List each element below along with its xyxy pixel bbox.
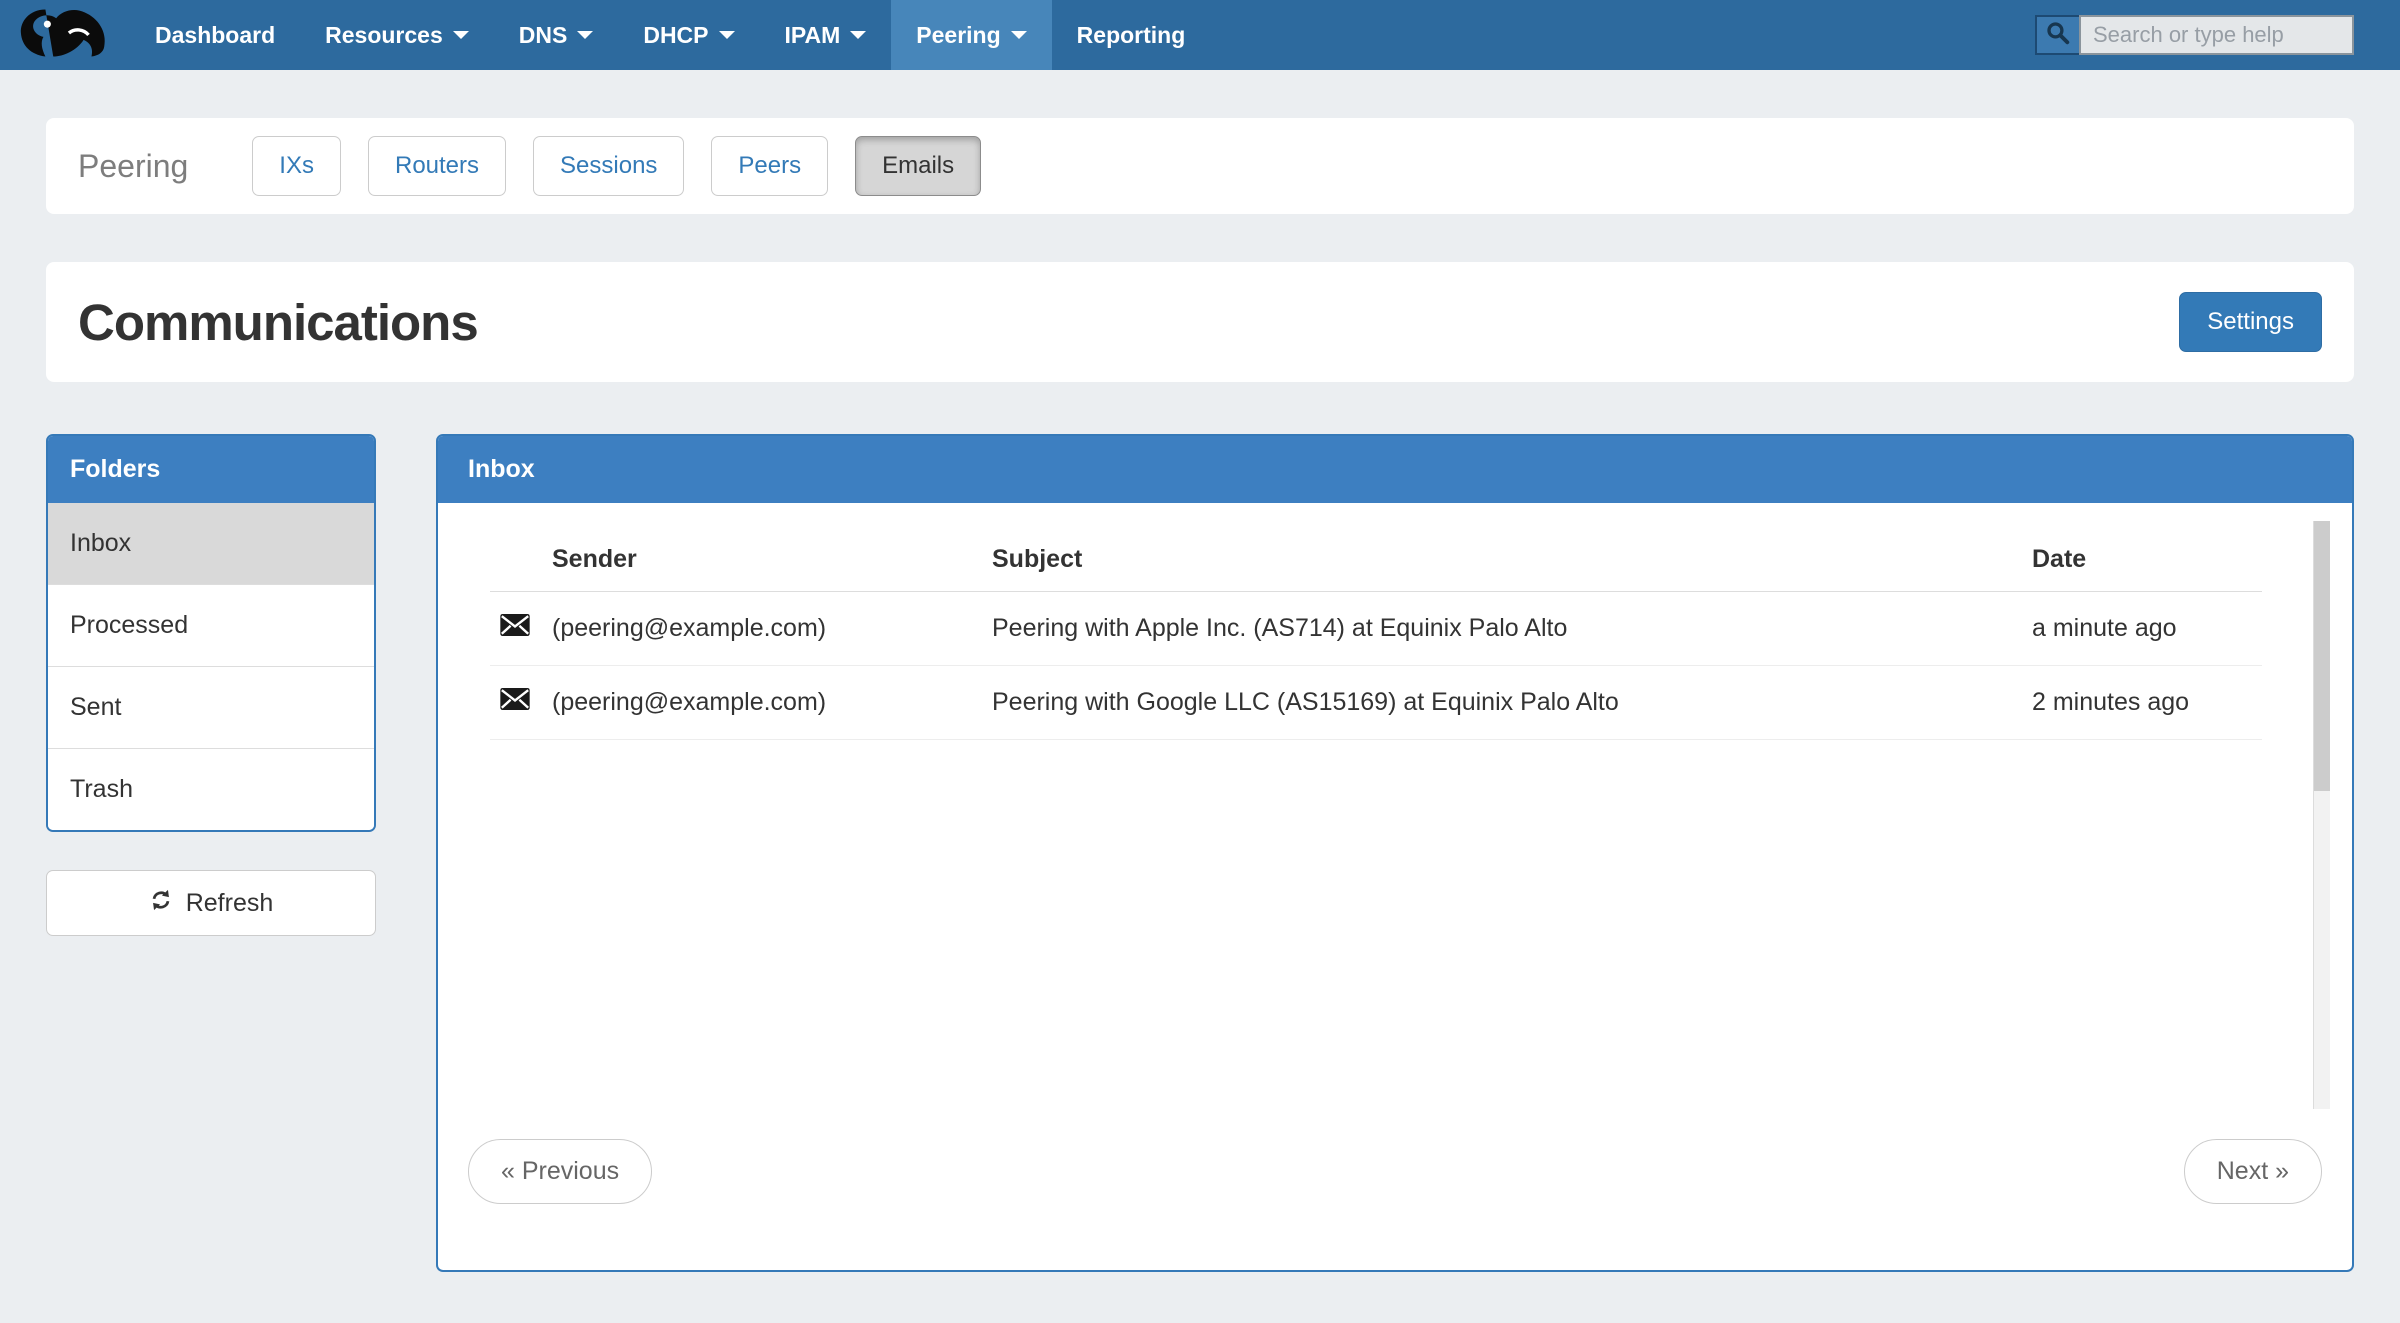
scrollbar[interactable] <box>2313 521 2330 1109</box>
mail-table: Sender Subject Date <box>490 521 2262 740</box>
settings-button[interactable]: Settings <box>2179 292 2322 352</box>
nav-item-dns[interactable]: DNS <box>494 0 619 70</box>
nav-item-ipam[interactable]: IPAM <box>760 0 892 70</box>
column-header-date: Date <box>2022 521 2262 592</box>
nav-item-label: IPAM <box>785 22 841 49</box>
global-search <box>2035 0 2354 70</box>
tab-ixs[interactable]: IXs <box>252 136 341 196</box>
search-button[interactable] <box>2035 15 2079 55</box>
column-header-icon <box>490 521 542 592</box>
mail-sender: (peering@example.com) <box>542 666 982 740</box>
folder-item-processed[interactable]: Processed <box>48 585 374 667</box>
folder-item-inbox[interactable]: Inbox <box>48 503 374 585</box>
mail-subject: Peering with Apple Inc. (AS714) at Equin… <box>982 592 2022 666</box>
gorilla-logo-icon <box>16 3 114 68</box>
envelope-icon <box>490 666 542 740</box>
top-navbar: Dashboard Resources DNS DHCP IPAM Peerin… <box>0 0 2400 70</box>
table-row[interactable]: (peering@example.com) Peering with Apple… <box>490 592 2262 666</box>
table-header-row: Sender Subject Date <box>490 521 2262 592</box>
nav-item-label: DHCP <box>643 22 708 49</box>
page-title: Communications <box>78 293 478 352</box>
nav-item-peering[interactable]: Peering <box>891 0 1051 70</box>
chevron-down-icon <box>850 31 866 39</box>
nav-item-dhcp[interactable]: DHCP <box>618 0 759 70</box>
content-area: Folders Inbox Processed Sent Trash Refre… <box>46 434 2354 1272</box>
communications-header-bar: Communications Settings <box>46 262 2354 382</box>
next-page-button[interactable]: Next » <box>2184 1139 2322 1204</box>
pagination: « Previous Next » <box>438 1139 2352 1270</box>
table-row[interactable]: (peering@example.com) Peering with Googl… <box>490 666 2262 740</box>
folder-item-trash[interactable]: Trash <box>48 749 374 830</box>
inbox-panel: Inbox Sender Subject Date <box>436 434 2354 1272</box>
chevron-down-icon <box>1011 31 1027 39</box>
scrollbar-thumb[interactable] <box>2314 521 2330 791</box>
mail-sender: (peering@example.com) <box>542 592 982 666</box>
app-logo[interactable] <box>0 0 130 70</box>
nav-item-label: DNS <box>519 22 568 49</box>
refresh-button-label: Refresh <box>186 889 274 918</box>
nav-item-resources[interactable]: Resources <box>300 0 494 70</box>
section-title: Peering <box>78 148 188 185</box>
tab-sessions[interactable]: Sessions <box>533 136 684 196</box>
refresh-button[interactable]: Refresh <box>46 870 376 936</box>
inbox-panel-title: Inbox <box>438 436 2352 503</box>
chevron-down-icon <box>453 31 469 39</box>
folders-panel: Folders Inbox Processed Sent Trash <box>46 434 376 832</box>
nav-item-reporting[interactable]: Reporting <box>1052 0 1211 70</box>
tab-emails[interactable]: Emails <box>855 136 981 196</box>
chevron-down-icon <box>577 31 593 39</box>
nav-item-label: Reporting <box>1077 22 1186 49</box>
nav-item-label: Resources <box>325 22 443 49</box>
search-icon <box>2046 21 2070 50</box>
folders-panel-title: Folders <box>48 436 374 503</box>
previous-page-button[interactable]: « Previous <box>468 1139 652 1204</box>
folder-item-sent[interactable]: Sent <box>48 667 374 749</box>
mail-subject: Peering with Google LLC (AS15169) at Equ… <box>982 666 2022 740</box>
nav-item-dashboard[interactable]: Dashboard <box>130 0 300 70</box>
column-header-subject: Subject <box>982 521 2022 592</box>
mail-date: a minute ago <box>2022 592 2262 666</box>
tab-routers[interactable]: Routers <box>368 136 506 196</box>
tab-peers[interactable]: Peers <box>711 136 828 196</box>
chevron-down-icon <box>719 31 735 39</box>
nav-item-label: Peering <box>916 22 1000 49</box>
mail-date: 2 minutes ago <box>2022 666 2262 740</box>
nav-menu: Dashboard Resources DNS DHCP IPAM Peerin… <box>130 0 1210 70</box>
peering-section-bar: Peering IXs Routers Sessions Peers Email… <box>46 118 2354 214</box>
refresh-icon <box>149 888 173 919</box>
folders-sidebar: Folders Inbox Processed Sent Trash Refre… <box>46 434 376 936</box>
envelope-icon <box>490 592 542 666</box>
inbox-body: Sender Subject Date <box>438 503 2352 1139</box>
nav-item-label: Dashboard <box>155 22 275 49</box>
search-input[interactable] <box>2079 15 2354 55</box>
column-header-sender: Sender <box>542 521 982 592</box>
